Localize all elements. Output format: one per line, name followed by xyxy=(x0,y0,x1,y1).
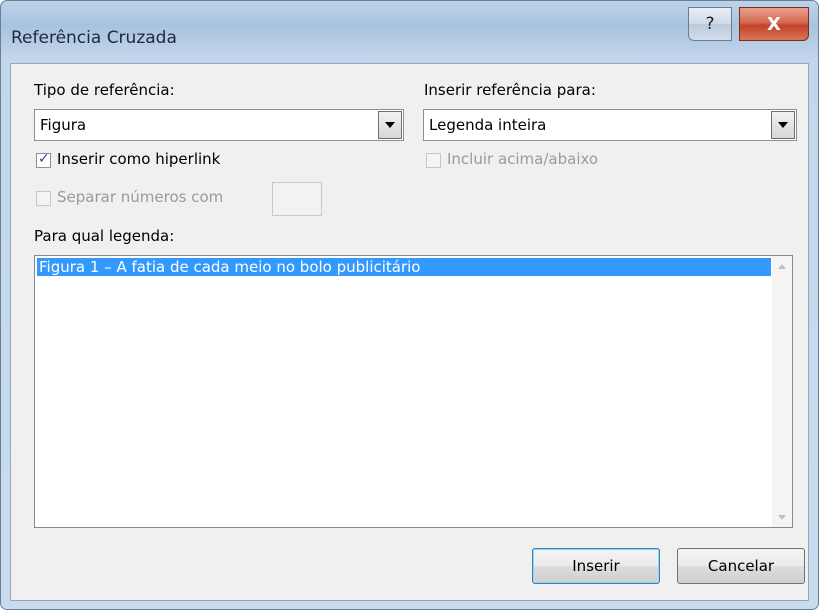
dropdown-arrow-button[interactable] xyxy=(771,111,795,139)
chevron-down-icon xyxy=(778,122,788,128)
insert-hyperlink-label[interactable]: Inserir como hiperlink xyxy=(57,150,220,168)
dropdown-arrow-button[interactable] xyxy=(378,111,402,139)
reference-type-dropdown[interactable]: Figura xyxy=(34,109,404,141)
scroll-down-button[interactable] xyxy=(772,507,792,527)
scroll-up-button[interactable] xyxy=(772,256,792,276)
insert-reference-to-dropdown[interactable]: Legenda inteira xyxy=(423,109,797,141)
include-above-below-label: Incluir acima/abaixo xyxy=(447,150,599,168)
vertical-scrollbar[interactable] xyxy=(772,256,792,527)
insert-reference-to-label: Inserir referência para: xyxy=(424,81,596,99)
list-item[interactable]: Figura 1 – A fatia de cada meio no bolo … xyxy=(37,258,771,276)
help-button[interactable]: ? xyxy=(688,7,732,41)
insert-hyperlink-checkbox[interactable] xyxy=(36,151,51,168)
dialog-title: Referência Cruzada xyxy=(11,28,177,48)
reference-type-label: Tipo de referência: xyxy=(34,81,175,99)
question-mark-icon: ? xyxy=(705,14,715,34)
insert-button-label: Inserir xyxy=(572,557,620,575)
dialog-content: Tipo de referência: Figura Inserir refer… xyxy=(10,63,809,601)
separate-numbers-checkbox[interactable] xyxy=(36,191,51,206)
close-button[interactable]: X xyxy=(739,7,809,41)
cancel-button-label: Cancelar xyxy=(707,557,775,575)
chevron-down-icon xyxy=(385,122,395,128)
separator-input[interactable] xyxy=(272,182,322,216)
caption-listbox[interactable]: Figura 1 – A fatia de cada meio no bolo … xyxy=(34,255,793,528)
chevron-down-icon xyxy=(778,514,786,520)
cancel-button[interactable]: Cancelar xyxy=(677,548,805,584)
caption-list-label: Para qual legenda: xyxy=(34,227,175,245)
reference-type-value: Figura xyxy=(40,116,87,134)
dialog-window: Referência Cruzada ? X Tipo de referênci… xyxy=(0,0,819,610)
insert-reference-to-value: Legenda inteira xyxy=(429,116,547,134)
separate-numbers-label: Separar números com xyxy=(57,188,224,206)
title-bar[interactable]: Referência Cruzada ? X xyxy=(1,1,818,63)
include-above-below-checkbox[interactable] xyxy=(426,153,441,168)
close-icon: X xyxy=(767,13,781,35)
insert-button[interactable]: Inserir xyxy=(532,548,660,584)
chevron-up-icon xyxy=(778,263,786,269)
